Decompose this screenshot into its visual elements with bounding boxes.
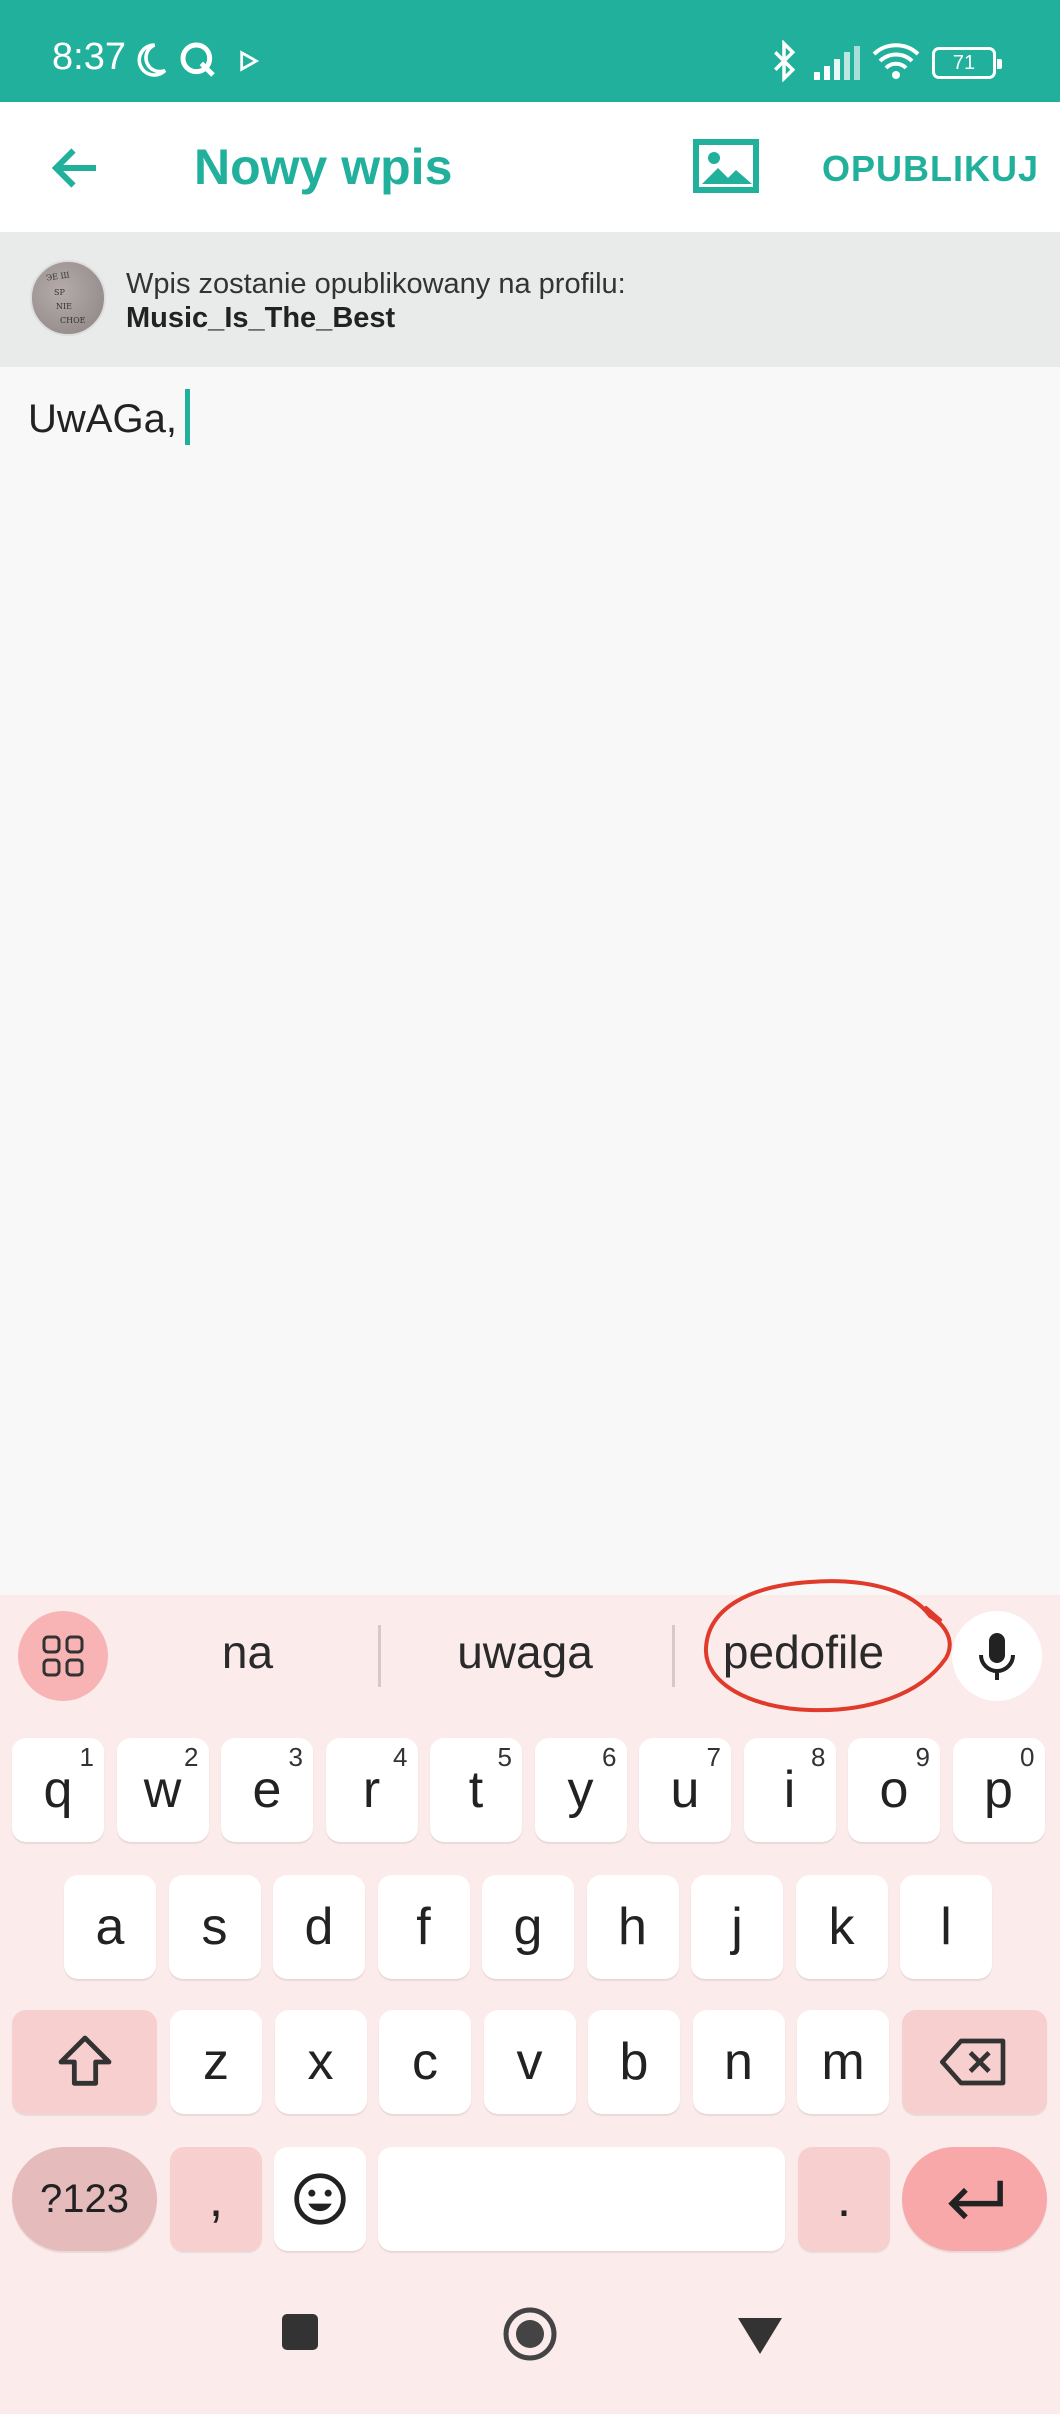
key-n[interactable]: n [692, 2010, 785, 2114]
add-image-icon[interactable] [692, 138, 760, 194]
key-q[interactable]: q1 [12, 1738, 104, 1842]
key-b[interactable]: b [588, 2010, 680, 2114]
signal-icon [814, 46, 860, 80]
suggestion-divider [672, 1625, 675, 1687]
grid-icon [42, 1635, 84, 1677]
symbols-key[interactable]: ?123 [12, 2147, 157, 2251]
key-u[interactable]: u7 [639, 1738, 731, 1842]
play-icon [240, 50, 260, 72]
key-s[interactable]: s [168, 1875, 261, 1979]
key-g[interactable]: g [482, 1875, 574, 1979]
shift-arrow-icon [58, 2035, 111, 2086]
bluetooth-icon [774, 40, 796, 82]
emoji-icon [294, 2173, 346, 2225]
microphone-icon [979, 1633, 1015, 1680]
suggestion-3[interactable]: pedofile [696, 1625, 911, 1679]
editor-text-line[interactable]: UwAGa, [28, 389, 190, 446]
navigation-bar [0, 2270, 1060, 2414]
back-arrow-icon[interactable] [46, 138, 106, 198]
profile-banner: ЭЕ Ш SP NIE СНОЕ Wpis zostanie opublikow… [0, 232, 1060, 367]
key-number-hint: 6 [602, 1742, 617, 1772]
key-l[interactable]: l [900, 1875, 992, 1979]
q-app-icon [180, 42, 215, 77]
key-r[interactable]: r4 [325, 1738, 418, 1842]
home-icon[interactable] [502, 2306, 558, 2362]
key-k[interactable]: k [795, 1875, 888, 1979]
enter-key[interactable] [902, 2147, 1047, 2251]
key-v[interactable]: v [483, 2010, 576, 2114]
key-letter: i [783, 1761, 796, 1819]
key-e[interactable]: e3 [221, 1738, 313, 1842]
key-i[interactable]: i8 [743, 1738, 836, 1842]
status-bar: 8:37 71 [0, 0, 1060, 102]
wifi-icon [872, 43, 920, 79]
key-letter: y [567, 1761, 594, 1819]
key-letter: t [468, 1761, 484, 1819]
key-number-hint: 9 [915, 1742, 930, 1772]
publish-button[interactable]: OPUBLIKUJ [822, 148, 1039, 190]
key-m[interactable]: m [797, 2010, 889, 2114]
avatar: ЭЕ Ш SP NIE СНОЕ [30, 260, 106, 336]
backspace-key[interactable] [902, 2010, 1047, 2114]
key-number-hint: 3 [288, 1742, 303, 1772]
key-letter: w [143, 1761, 182, 1819]
key-number-hint: 4 [393, 1742, 408, 1772]
key-letter: r [362, 1761, 381, 1819]
key-t[interactable]: t5 [430, 1738, 522, 1842]
key-letter: o [879, 1761, 909, 1819]
key-y[interactable]: y6 [534, 1738, 627, 1842]
battery-level: 71 [952, 51, 976, 74]
moon-icon [137, 43, 167, 77]
suggestion-1[interactable]: na [170, 1625, 325, 1679]
suggestion-2[interactable]: uwaga [420, 1625, 630, 1679]
key-j[interactable]: j [691, 1875, 783, 1979]
period-key[interactable]: . [798, 2147, 890, 2251]
recent-apps-icon[interactable] [280, 2312, 320, 2352]
back-nav-icon[interactable] [736, 2316, 784, 2356]
key-w[interactable]: w2 [116, 1738, 209, 1842]
key-z[interactable]: z [170, 2010, 262, 2114]
voice-input-button[interactable] [952, 1611, 1042, 1701]
key-letter: u [670, 1761, 700, 1819]
key-h[interactable]: h [586, 1875, 679, 1979]
page-title: Nowy wpis [194, 139, 453, 195]
app-bar: Nowy wpis OPUBLIKUJ [0, 102, 1060, 232]
key-number-hint: 0 [1020, 1742, 1035, 1772]
battery-icon: 71 [932, 47, 1002, 79]
shift-key[interactable] [12, 2010, 157, 2114]
key-number-hint: 5 [497, 1742, 512, 1772]
suggestion-divider [378, 1625, 381, 1687]
key-number-hint: 8 [811, 1742, 826, 1772]
status-time: 8:37 [52, 36, 126, 78]
key-letter: e [252, 1761, 282, 1819]
key-letter: p [984, 1761, 1013, 1819]
key-number-hint: 2 [184, 1742, 199, 1772]
key-p[interactable]: p0 [952, 1738, 1045, 1842]
backspace-icon [939, 2038, 1005, 2086]
banner-profile-name: Music_Is_The_Best [126, 302, 396, 334]
key-a[interactable]: a [64, 1875, 156, 1979]
key-letter: q [43, 1761, 73, 1819]
space-key[interactable] [378, 2147, 785, 2251]
key-f[interactable]: f [377, 1875, 470, 1979]
text-caret [184, 389, 190, 446]
keyboard-menu-button[interactable] [18, 1611, 108, 1701]
emoji-key[interactable] [274, 2147, 366, 2251]
key-number-hint: 1 [79, 1742, 94, 1772]
key-c[interactable]: c [379, 2010, 471, 2114]
comma-key[interactable]: , [170, 2147, 262, 2251]
post-editor[interactable]: UwAGa, [0, 367, 1060, 1595]
banner-info-text: Wpis zostanie opublikowany na profilu: [126, 268, 626, 300]
editor-text: UwAGa, [28, 397, 177, 441]
enter-arrow-icon [947, 2180, 1003, 2220]
key-d[interactable]: d [273, 1875, 365, 1979]
key-x[interactable]: x [274, 2010, 367, 2114]
key-number-hint: 7 [706, 1742, 721, 1772]
key-o[interactable]: o9 [848, 1738, 940, 1842]
